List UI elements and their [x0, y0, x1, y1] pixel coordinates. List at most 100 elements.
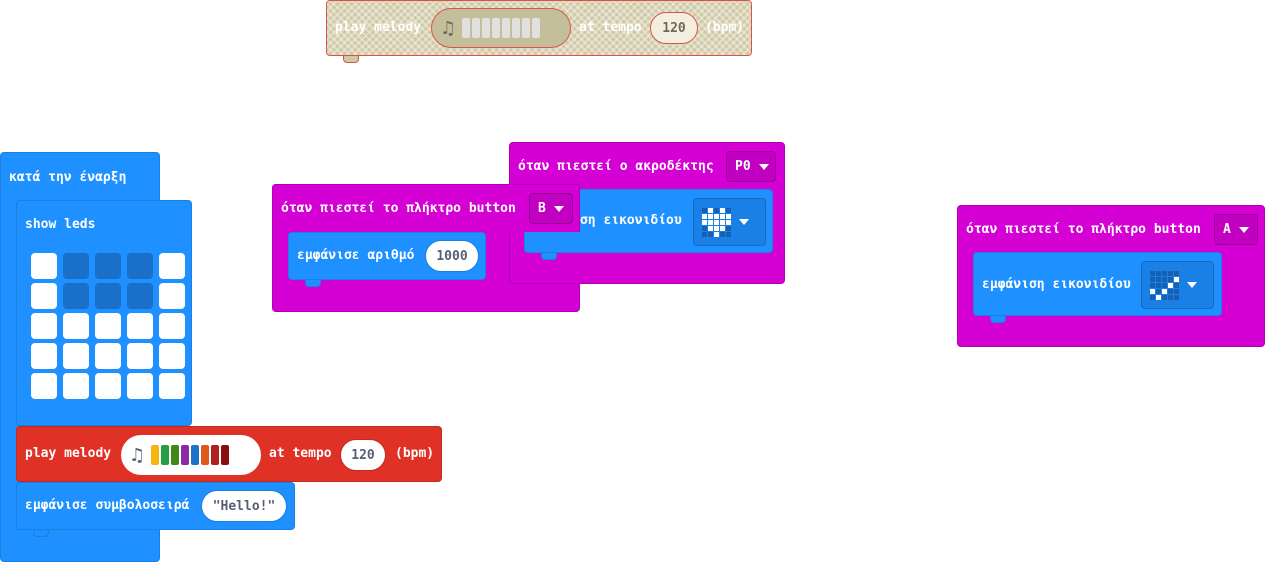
icon-pixel — [720, 207, 725, 213]
at-tempo-label: at tempo — [269, 446, 332, 461]
note-swatch-7 — [221, 445, 230, 465]
icon-dropdown-check[interactable] — [1141, 261, 1214, 309]
heart-icon — [702, 207, 731, 237]
block-notch — [33, 530, 49, 537]
ghost-play-melody-block[interactable]: play melody ♫ at tempo 120 (bpm) — [326, 0, 752, 63]
ghost-note-swatches — [460, 18, 541, 38]
quote-open: " — [212, 498, 221, 514]
quote-close: " — [267, 498, 276, 514]
chevron-down-icon — [553, 205, 564, 212]
led-3-2[interactable] — [95, 343, 121, 369]
icon-pixel — [1168, 288, 1173, 294]
icon-pixel — [1168, 282, 1173, 288]
show-number-label: εμφάνισε αριθμό — [297, 248, 415, 263]
led-0-2[interactable] — [95, 253, 121, 279]
icon-pixel — [1174, 288, 1179, 294]
icon-pixel — [1174, 294, 1179, 300]
icon-pixel — [720, 231, 725, 237]
led-2-0[interactable] — [31, 313, 57, 339]
melody-field[interactable]: ♫ — [121, 435, 261, 475]
led-3-4[interactable] — [159, 343, 185, 369]
icon-pixel — [1168, 270, 1173, 276]
on-start-title: κατά την έναρξη — [9, 170, 127, 185]
led-2-3[interactable] — [127, 313, 153, 339]
ghost-melody-field[interactable]: ♫ — [431, 8, 571, 48]
check-icon — [1150, 270, 1179, 300]
icon-pixel — [726, 225, 731, 231]
led-3-3[interactable] — [127, 343, 153, 369]
icon-pixel — [714, 207, 719, 213]
led-1-0[interactable] — [31, 283, 57, 309]
led-4-1[interactable] — [63, 373, 89, 399]
led-4-2[interactable] — [95, 373, 121, 399]
icon-pixel — [702, 219, 707, 225]
icon-pixel — [1174, 270, 1179, 276]
note-swatch-3 — [181, 445, 190, 465]
led-1-2[interactable] — [95, 283, 121, 309]
icon-pixel — [1162, 282, 1167, 288]
show-icon-label: εμφάνιση εικονιδίου — [982, 277, 1131, 292]
led-1-4[interactable] — [159, 283, 185, 309]
led-0-0[interactable] — [31, 253, 57, 279]
icon-pixel — [1174, 282, 1179, 288]
button-a-dropdown[interactable]: A — [1214, 214, 1258, 245]
chevron-down-icon — [1238, 226, 1249, 233]
block-notch — [541, 253, 557, 260]
icon-pixel — [1162, 288, 1167, 294]
note-swatch-2 — [171, 445, 180, 465]
icon-pixel — [1162, 270, 1167, 276]
led-2-2[interactable] — [95, 313, 121, 339]
icon-pixel — [1156, 282, 1161, 288]
led-2-1[interactable] — [63, 313, 89, 339]
led-4-0[interactable] — [31, 373, 57, 399]
button-a-title: όταν πιεστεί το πλήκτρο button — [966, 222, 1201, 237]
show-leds-block[interactable]: show leds — [16, 200, 192, 426]
string-value: Hello! — [220, 498, 268, 514]
show-number-block[interactable]: εμφάνισε αριθμό 1000 — [288, 232, 486, 287]
icon-pixel — [726, 213, 731, 219]
icon-pixel — [714, 213, 719, 219]
show-string-block[interactable]: εμφάνισε συμβολοσειρά " Hello! " — [16, 482, 295, 537]
pin-value: P0 — [735, 159, 751, 174]
string-input[interactable]: " Hello! " — [201, 490, 287, 522]
ghost-block-notch — [343, 56, 359, 63]
icon-pixel — [1150, 276, 1155, 282]
note-swatch-5 — [201, 445, 210, 465]
music-note-icon: ♫ — [129, 444, 146, 466]
led-3-0[interactable] — [31, 343, 57, 369]
icon-pixel — [714, 231, 719, 237]
led-0-3[interactable] — [127, 253, 153, 279]
show-icon-block-check[interactable]: εμφάνιση εικονιδίου — [973, 252, 1222, 323]
icon-pixel — [1156, 270, 1161, 276]
led-3-1[interactable] — [63, 343, 89, 369]
led-1-3[interactable] — [127, 283, 153, 309]
pin-pressed-title: όταν πιεστεί ο ακροδέκτης — [518, 159, 714, 174]
icon-pixel — [702, 231, 707, 237]
led-4-4[interactable] — [159, 373, 185, 399]
led-0-4[interactable] — [159, 253, 185, 279]
block-notch — [305, 280, 321, 287]
bpm-label: (bpm) — [395, 446, 435, 461]
icon-pixel — [1150, 282, 1155, 288]
led-4-3[interactable] — [127, 373, 153, 399]
icon-pixel — [714, 219, 719, 225]
led-matrix[interactable] — [31, 253, 185, 403]
icon-pixel — [720, 213, 725, 219]
note-swatch-4 — [191, 445, 200, 465]
icon-pixel — [702, 207, 707, 213]
icon-pixel — [720, 219, 725, 225]
play-melody-block[interactable]: play melody ♫ at tempo 120 (bpm) — [16, 426, 442, 482]
led-0-1[interactable] — [63, 253, 89, 279]
icon-pixel — [1168, 294, 1173, 300]
icon-dropdown-heart[interactable] — [693, 198, 766, 246]
note-swatch-0 — [151, 445, 160, 465]
icon-pixel — [726, 219, 731, 225]
pin-dropdown[interactable]: P0 — [726, 151, 776, 182]
led-2-4[interactable] — [159, 313, 185, 339]
ghost-tempo-input[interactable]: 120 — [650, 12, 698, 44]
number-input[interactable]: 1000 — [425, 240, 479, 272]
button-b-dropdown-front[interactable]: B — [529, 193, 573, 224]
icon-pixel — [708, 207, 713, 213]
led-1-1[interactable] — [63, 283, 89, 309]
tempo-input[interactable]: 120 — [340, 439, 386, 471]
